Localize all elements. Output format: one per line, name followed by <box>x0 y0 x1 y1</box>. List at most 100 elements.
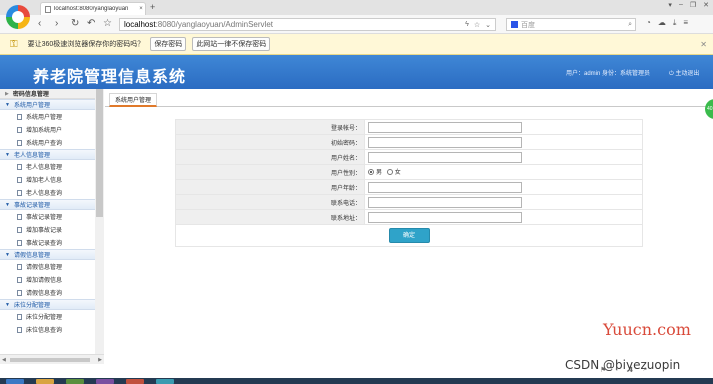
sidebar-group-label: 床位分配管理 <box>13 303 50 309</box>
sidebar-scrollbar[interactable] <box>95 89 104 354</box>
sidebar-item-user-add[interactable]: 增加系统用户 <box>0 123 103 136</box>
new-tab-button[interactable]: + <box>150 2 155 13</box>
close-icon[interactable]: ✕ <box>703 1 709 9</box>
browser-tab[interactable]: localhost:8080/yanglaoyuan × <box>40 2 146 15</box>
maximize-icon[interactable]: ❐ <box>690 1 696 9</box>
chevron-down-icon: ▼ <box>5 301 10 308</box>
sidebar-item-accident-add[interactable]: 增加事故记录 <box>0 223 103 236</box>
document-icon <box>17 239 22 246</box>
logout-label: 主动退出 <box>675 71 700 77</box>
sidebar-item-label: 系统用户管理 <box>26 115 63 121</box>
logout-link[interactable]: ⏻ 主动退出 <box>669 68 699 78</box>
login-account-input[interactable] <box>368 121 522 133</box>
search-icon[interactable]: ⌕ <box>628 21 635 29</box>
document-icon <box>17 226 22 233</box>
bookmark-star-icon[interactable]: ☆ <box>474 21 480 29</box>
user-age-input[interactable] <box>368 181 522 193</box>
shield-icon[interactable]: ◔ <box>646 18 651 28</box>
document-icon <box>17 213 22 220</box>
submit-button[interactable]: 确定 <box>388 228 430 243</box>
user-name-input[interactable] <box>368 151 522 163</box>
sidebar-group-accidents[interactable]: ▼ 事故记录管理 <box>0 199 103 210</box>
address-label: 联系地址： <box>175 209 365 225</box>
tab-user-manage[interactable]: 系统用户管理 <box>109 93 158 107</box>
lightning-icon[interactable]: ϟ <box>465 21 469 29</box>
app-title: 养老院管理信息系统 <box>33 69 187 86</box>
sidebar-item-leave-add[interactable]: 增加请假信息 <box>0 273 103 286</box>
taskbar-app-icon[interactable] <box>96 379 114 384</box>
scroll-left-icon[interactable]: ◀ <box>2 357 6 363</box>
status-icon[interactable]: ⚑ <box>600 366 606 374</box>
undo-icon[interactable]: ↶ <box>87 18 95 30</box>
sidebar-item-user-manage[interactable]: 系统用户管理 <box>0 110 103 123</box>
form-row: 联系地址： <box>175 209 643 225</box>
sidebar-item-label: 事故记录查询 <box>26 241 63 247</box>
status-icon[interactable]: ⬇ <box>629 366 635 374</box>
form-row: 用户年龄： <box>175 179 643 195</box>
gender-male-label: 男 <box>376 170 383 177</box>
key-icon: ⚿ <box>10 38 18 50</box>
sidebar-item-bed-manage[interactable]: 床位分配管理 <box>0 310 103 323</box>
menu-chevron-icon[interactable]: ▾ <box>668 1 672 9</box>
sidebar-item-accident-manage[interactable]: 事故记录管理 <box>0 210 103 223</box>
back-icon[interactable]: ‹ <box>38 18 41 30</box>
sidebar-item-bed-query[interactable]: 床位信息查询 <box>0 323 103 336</box>
sidebar-item-elder-manage[interactable]: 老人信息管理 <box>0 160 103 173</box>
taskbar-app-icon[interactable] <box>156 379 174 384</box>
sidebar-item-elder-query[interactable]: 老人信息查询 <box>0 186 103 199</box>
phone-input[interactable] <box>368 196 522 208</box>
document-icon <box>17 176 22 183</box>
form-row: 用户性别： 男 女 <box>175 164 643 180</box>
forward-icon[interactable]: › <box>55 18 58 30</box>
sidebar-group-elders[interactable]: ▼ 老人信息管理 <box>0 149 103 160</box>
phone-label: 联系电话： <box>175 194 365 210</box>
taskbar-app-icon[interactable] <box>126 379 144 384</box>
gender-male-radio[interactable]: 男 <box>368 167 382 176</box>
sidebar-item-elder-add[interactable]: 增加老人信息 <box>0 173 103 186</box>
menu-icon[interactable]: ≡ <box>683 18 688 28</box>
sidebar-group-beds[interactable]: ▼ 床位分配管理 <box>0 299 103 310</box>
sidebar-item-user-query[interactable]: 系统用户查询 <box>0 136 103 149</box>
document-icon <box>17 163 22 170</box>
search-box[interactable]: 百度 ⌕ <box>506 18 636 31</box>
taskbar-app-icon[interactable] <box>66 379 84 384</box>
star-icon[interactable]: ☆ <box>103 18 112 30</box>
sidebar-item-label: 密码信息管理 <box>12 92 49 98</box>
minimize-icon[interactable]: – <box>679 1 683 9</box>
sidebar-item-label: 系统用户查询 <box>26 141 63 147</box>
cloud-icon[interactable]: ☁ <box>658 18 666 28</box>
initial-password-input[interactable] <box>368 136 522 148</box>
taskbar-app-icon[interactable] <box>36 379 54 384</box>
never-save-button[interactable]: 此网站一律不保存密码 <box>192 37 271 51</box>
sidebar-group-leave[interactable]: ▼ 请假信息管理 <box>0 249 103 260</box>
address-bar[interactable]: localhost :8080/yanglaoyuan/AdminServlet… <box>119 18 496 31</box>
taskbar-app-icon[interactable] <box>6 379 24 384</box>
sidebar-item-password[interactable]: ▶ 密码信息管理 <box>0 89 103 99</box>
sidebar-item-leave-manage[interactable]: 请假信息管理 <box>0 260 103 273</box>
sidebar-group-users[interactable]: ▼ 系统用户管理 <box>0 99 103 110</box>
sidebar-group-label: 系统用户管理 <box>13 103 50 109</box>
document-icon <box>17 289 22 296</box>
sidebar-item-leave-query[interactable]: 请假信息查询 <box>0 286 103 299</box>
scrollbar-thumb[interactable] <box>96 89 103 217</box>
radio-unselected-icon <box>386 168 393 175</box>
address-input[interactable] <box>368 211 522 223</box>
save-password-button[interactable]: 保存密码 <box>150 37 187 51</box>
dropdown-icon[interactable]: ⌄ <box>485 21 491 29</box>
browser-nav-bar: ‹ › ↻ ↶ ☆ localhost :8080/yanglaoyuan/Ad… <box>0 15 713 34</box>
sidebar-group-label: 老人信息管理 <box>13 153 50 159</box>
scrollbar-thumb[interactable] <box>10 358 90 362</box>
download-icon[interactable]: ⤓ <box>673 18 677 28</box>
gender-female-radio[interactable]: 女 <box>386 167 401 176</box>
status-icon[interactable]: ◐ <box>615 366 619 374</box>
status-icon[interactable]: ⌕ <box>643 366 647 374</box>
sidebar: ▶ 密码信息管理 ▼ 系统用户管理 系统用户管理 增加系统用户 系统用户查询 ▼… <box>0 89 104 364</box>
sidebar-item-label: 请假信息管理 <box>26 265 63 271</box>
sidebar-item-accident-query[interactable]: 事故记录查询 <box>0 236 103 249</box>
sidebar-horizontal-scrollbar[interactable]: ◀ ▶ <box>0 354 104 364</box>
tab-close-icon[interactable]: × <box>137 6 145 12</box>
reload-icon[interactable]: ↻ <box>71 18 79 30</box>
sidebar-item-label: 老人信息查询 <box>26 191 63 197</box>
scroll-right-icon[interactable]: ▶ <box>98 357 102 363</box>
close-icon[interactable]: ✕ <box>700 40 707 49</box>
